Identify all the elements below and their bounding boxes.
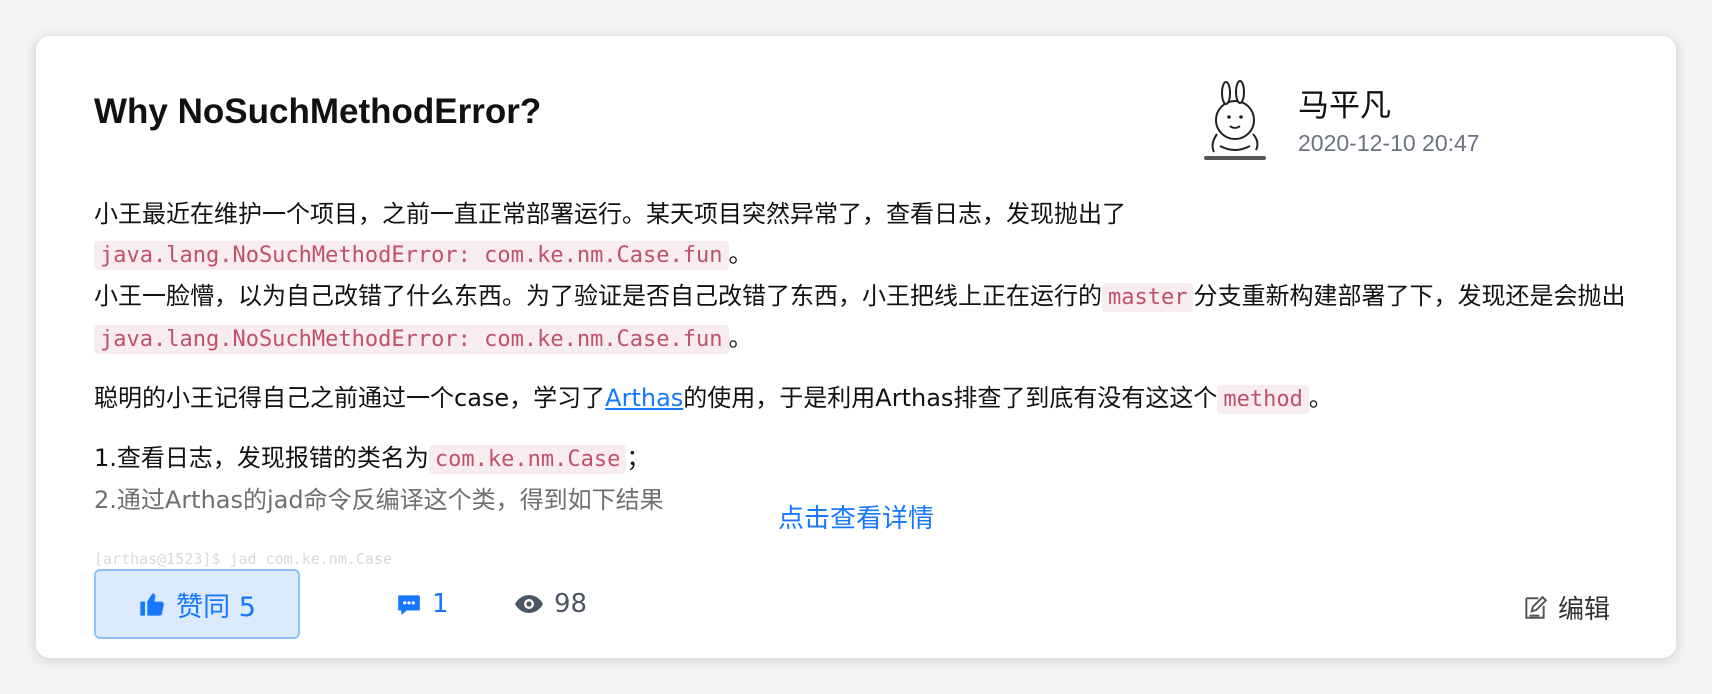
paragraph-text: 小王一脸懵，以为自己改错了什么东西。为了验证是否自己改错了东西，小王把线上正在运… [94, 282, 1102, 310]
like-label: 赞同 5 [176, 591, 256, 623]
paragraph-1: 小王最近在维护一个项目，之前一直正常部署运行。某天项目突然异常了，查看日志，发现… [94, 194, 1654, 360]
paragraph-text: 1.查看日志，发现报错的类名为 [94, 444, 429, 472]
arthas-link[interactable]: Arthas [605, 384, 683, 412]
paragraph-2: 聪明的小王记得自己之前通过一个case，学习了Arthas的使用，于是利用Art… [94, 378, 1654, 420]
eye-icon [515, 595, 543, 613]
author-info: 马平凡 2020-12-10 20:47 [1190, 76, 1610, 196]
paragraph-text: 分支重新构建部署了下，发现还是会抛出 [1193, 282, 1626, 310]
comment-icon [398, 595, 420, 615]
edit-button[interactable]: 编辑 [1522, 589, 1610, 626]
edit-icon [1525, 595, 1548, 619]
faded-code-preview: [arthas@1523]$ jad com.ke.nm.Case [94, 550, 393, 568]
post-card: Why NoSuchMethodError? 马平凡 2020-12-10 20… [36, 36, 1676, 658]
author-name[interactable]: 马平凡 [1298, 80, 1391, 125]
avatar[interactable] [1190, 76, 1280, 166]
post-title: Why NoSuchMethodError? [94, 92, 542, 131]
comment-count: 1 [432, 589, 449, 619]
inline-code: method [1217, 385, 1309, 414]
comment-button[interactable]: 1 [396, 589, 449, 619]
punctuation: 。 [728, 324, 753, 352]
inline-code: master [1102, 283, 1194, 312]
inline-code: java.lang.NoSuchMethodError: com.ke.nm.C… [94, 241, 729, 270]
inline-code: com.ke.nm.Case [428, 445, 627, 474]
punctuation: 。 [1308, 384, 1333, 412]
paragraph-text: 小王最近在维护一个项目，之前一直正常部署运行。某天项目突然异常了，查看日志，发现… [94, 200, 1126, 228]
like-button[interactable]: 赞同 5 [94, 569, 300, 639]
view-count-display: 98 [514, 589, 587, 619]
view-details-link[interactable]: 点击查看详情 [36, 498, 1676, 535]
post-footer: 赞同 5 1 98 编辑 [94, 569, 1610, 639]
post-content: 小王最近在维护一个项目，之前一直正常部署运行。某天项目突然异常了，查看日志，发现… [94, 194, 1654, 538]
punctuation: 。 [728, 240, 753, 268]
post-timestamp: 2020-12-10 20:47 [1298, 130, 1480, 156]
view-count: 98 [554, 589, 588, 619]
thumbs-up-icon [140, 593, 164, 616]
paragraph-text: 的使用，于是利用Arthas排查了到底有没有这这个 [683, 384, 1218, 412]
inline-code: java.lang.NoSuchMethodError: com.ke.nm.C… [94, 325, 729, 354]
edit-label: 编辑 [1557, 595, 1610, 625]
paragraph-text: 聪明的小王记得自己之前通过一个case，学习了 [94, 384, 606, 412]
punctuation: ； [626, 444, 651, 472]
